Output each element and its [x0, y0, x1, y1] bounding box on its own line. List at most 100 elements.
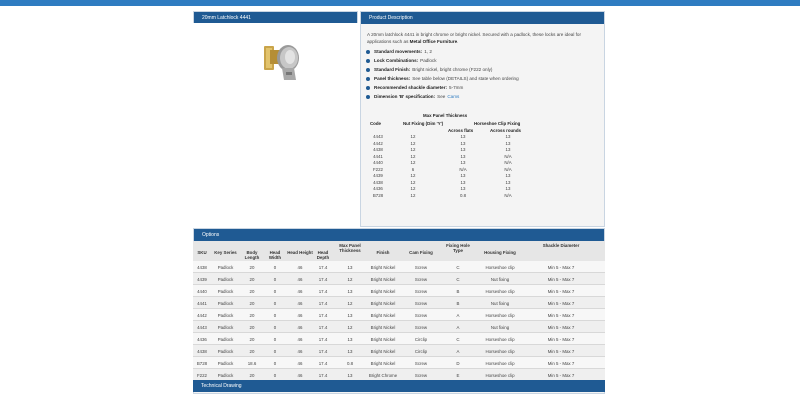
thickness-cell: 13: [505, 140, 511, 146]
bullet-icon: [366, 76, 370, 81]
options-cell: 0: [273, 337, 277, 342]
max-panel-thickness-header: Max Panel Thickness: [423, 113, 468, 118]
options-cell: 17.4: [318, 337, 328, 342]
options-cell: Screw: [414, 313, 428, 318]
options-cell: 46: [297, 325, 303, 330]
options-cell: Horseshoe clip: [485, 313, 515, 318]
options-cell: Screw: [414, 301, 428, 306]
options-cell: Nut fixing: [490, 277, 510, 282]
options-cell: Min 5 - Max 7: [547, 301, 575, 306]
options-cell: 46: [297, 373, 303, 378]
thickness-cell: 13: [460, 147, 466, 152]
options-cell: 13: [347, 337, 353, 342]
options-cell: 20: [249, 301, 255, 306]
options-table-row[interactable]: 4438 Padlock 20 0 46 17.4 13 Bright Nickel Circl…: [193, 345, 605, 357]
options-cell: B: [456, 301, 460, 306]
options-cell: A: [456, 349, 460, 354]
thickness-cell: 4438: [373, 147, 383, 152]
feature-label: Lock Combinations:: [374, 58, 419, 63]
options-header-cell: SKU: [197, 250, 207, 255]
feature-label: Panel thickness:: [374, 76, 411, 81]
options-cell: Horseshoe clip: [485, 361, 515, 366]
feature-item: Panel thickness: See table below (DETAILS…: [366, 74, 601, 83]
options-table-row[interactable]: 4443 Padlock 20 0 46 17.4 12 Bright Nickel Screw…: [193, 321, 605, 333]
bullet-icon: [366, 58, 370, 63]
options-cell: Screw: [414, 265, 428, 270]
options-table-row[interactable]: 4436 Padlock 20 0 46 17.4 13 Bright Nickel Circl…: [193, 333, 605, 345]
options-cell: 0: [273, 265, 277, 270]
options-table-row[interactable]: 4442 Padlock 20 0 46 17.4 13 Bright Nickel Screw…: [193, 309, 605, 321]
thickness-cell: 12: [410, 153, 416, 159]
options-cell: 4443: [197, 325, 207, 330]
technical-drawing-panel-title[interactable]: Technical Drawing: [193, 380, 605, 392]
cams-link[interactable]: Cams: [447, 92, 459, 101]
thickness-cell: 4436: [373, 186, 383, 191]
description-panel-title: Product Description: [361, 12, 604, 24]
thickness-cell: 4442: [373, 140, 383, 146]
options-cell: 17.4: [318, 373, 328, 378]
options-header-cell: Max Panel Thickness: [339, 243, 361, 253]
options-cell: 4442: [197, 313, 207, 318]
options-cell: Horseshoe clip: [485, 289, 515, 294]
horseshoe-header: Horseshoe Clip Fixing: [474, 121, 521, 126]
options-cell: Bright Nickel: [370, 289, 396, 294]
bullet-icon: [366, 85, 370, 90]
options-table-row[interactable]: 4439 Padlock 20 0 46 17.4 12 Bright Nickel Screw…: [193, 273, 605, 285]
options-cell: 12: [347, 277, 353, 282]
options-cell: Min 5 - Max 7: [547, 325, 575, 330]
options-cell: 0: [273, 289, 277, 294]
thickness-cell: 12: [410, 173, 416, 178]
thickness-cell: 6: [411, 166, 415, 172]
options-table-row[interactable]: B728 Padlock 18.6 0 46 17.4 0.8 Bright Nickel Sc…: [193, 357, 605, 369]
options-cell: 0: [273, 325, 277, 330]
options-cell: 4441: [197, 301, 207, 306]
description-bold: Metal Office Furniture: [409, 39, 458, 44]
options-cell: 17.4: [318, 313, 328, 318]
feature-item: Standard Finish: Bright nickel, bright ch…: [366, 65, 601, 74]
options-cell: F222: [196, 373, 207, 378]
options-cell: Padlock: [217, 289, 234, 294]
across-flats-header: Across flats: [448, 128, 474, 133]
feature-label: Dimension 'B' specification:: [374, 94, 436, 99]
thickness-cell: 12: [410, 140, 416, 146]
product-description-text: A 20mm latchlock 4441 in bright chrome o…: [367, 31, 597, 45]
options-cell: 4438: [197, 265, 207, 270]
options-cell: B728: [196, 361, 208, 366]
options-header-cell: Head Height: [287, 250, 313, 255]
options-table-header: SKU Key Series Body Length Head Width Head H…: [193, 241, 605, 261]
options-cell: Min 5 - Max 7: [547, 349, 575, 354]
feature-value: 1, 2: [424, 49, 432, 54]
feature-item: Recommended shackle diameter: 5-7mm: [366, 83, 601, 92]
options-cell: E: [456, 373, 460, 378]
feature-label: Recommended shackle diameter:: [374, 85, 448, 90]
options-table-row[interactable]: 4438 Padlock 20 0 46 17.4 13 Bright Nickel Screw…: [193, 261, 605, 273]
bullet-icon: [366, 49, 370, 54]
options-cell: Screw: [414, 325, 428, 330]
options-cell: Bright Nickel: [370, 301, 396, 306]
options-cell: 17.4: [318, 361, 328, 366]
options-table-row[interactable]: 4440 Padlock 20 0 46 17.4 13 Bright Nickel Screw…: [193, 285, 605, 297]
feature-value: See: [437, 94, 446, 99]
options-cell: Horseshoe clip: [485, 265, 515, 270]
thickness-cell: 13: [460, 153, 466, 159]
thickness-row: B728 12 0.8 N/A: [0, 193, 512, 200]
options-header-cell: Body Length: [244, 250, 260, 260]
thickness-cell: 12: [410, 179, 416, 185]
options-cell: Bright Chrome: [368, 373, 398, 378]
thickness-cell: B728: [372, 192, 384, 198]
feature-value: Padlock: [420, 58, 437, 63]
thickness-cell: N/A: [459, 166, 467, 172]
options-cell: C: [456, 337, 460, 342]
options-cell: Horseshoe clip: [485, 337, 515, 342]
options-cell: Bright Nickel: [370, 349, 396, 354]
thickness-cell: 13: [505, 186, 511, 191]
options-cell: Padlock: [217, 373, 234, 378]
options-cell: 17.4: [318, 301, 328, 306]
options-cell: 20: [249, 325, 255, 330]
options-table-row[interactable]: 4441 Padlock 20 0 46 17.4 12 Bright Nickel Screw…: [193, 297, 605, 309]
feature-value: 5-7mm: [449, 85, 464, 90]
thickness-cell: 12: [410, 134, 416, 139]
options-header-cell: Fixing Hole Type: [446, 243, 470, 253]
options-cell: 20: [249, 373, 255, 378]
options-cell: Min 5 - Max 7: [547, 361, 575, 366]
